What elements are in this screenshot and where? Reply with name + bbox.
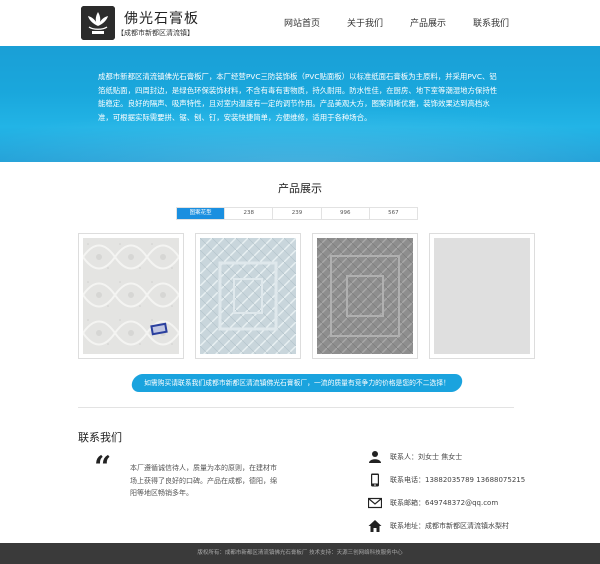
contact-phone-value[interactable]: 13882035789 13688075215 xyxy=(425,476,525,484)
contact-address-row: 联系地址： 成都市新都区清流镇水梨村 xyxy=(368,515,525,537)
contact-phone-row: 联系电话： 13882035789 13688075215 xyxy=(368,469,525,491)
brand-subtitle: 【成都市新都区清流镇】 xyxy=(117,29,194,37)
nav-home[interactable]: 网站首页 xyxy=(284,16,320,29)
hero-banner: 成都市新都区清流镇佛光石膏板厂，本厂经营PVC三防装饰板（PVC贴面板）以标准纸… xyxy=(0,46,600,162)
product-image xyxy=(434,238,530,354)
tab-996[interactable]: 996 xyxy=(322,208,370,219)
contact-person-label: 联系人： xyxy=(390,453,418,461)
product-card[interactable] xyxy=(429,233,535,359)
brand-name: 佛光石膏板 xyxy=(124,11,199,27)
contact-email-row: 联系邮箱： 649748372@qq.com xyxy=(368,492,525,514)
main-nav: 网站首页 关于我们 产品展示 联系我们 xyxy=(270,16,536,29)
contact-title: 联系我们 xyxy=(78,431,122,444)
email-icon xyxy=(368,497,382,509)
products-title: 产品展示 xyxy=(278,182,322,195)
contact-person-row: 联系人： 刘女士 焦女士 xyxy=(368,446,525,468)
product-tabs: 图案花型 238 239 996 567 xyxy=(176,207,418,220)
quote-icon: “ xyxy=(94,450,112,485)
person-icon xyxy=(369,451,381,463)
contact-address-label: 联系地址： xyxy=(390,522,425,530)
product-image xyxy=(317,238,413,354)
home-icon xyxy=(368,520,382,532)
tab-238[interactable]: 238 xyxy=(225,208,274,219)
nav-products[interactable]: 产品展示 xyxy=(410,16,446,29)
site-footer: 版权所有：成都市新都区清流镇佛光石膏板厂 技术支持：天源三创网络科技服务中心 xyxy=(0,543,600,564)
tab-pattern[interactable]: 图案花型 xyxy=(177,208,226,219)
site-header: 佛光石膏板 【成都市新都区清流镇】 网站首页 关于我们 产品展示 联系我们 xyxy=(0,0,600,46)
contact-phone-label: 联系电话： xyxy=(390,476,425,484)
contact-person-value: 刘女士 焦女士 xyxy=(418,453,463,461)
product-card[interactable] xyxy=(312,233,418,359)
contact-address-value: 成都市新都区清流镇水梨村 xyxy=(425,522,509,530)
product-card[interactable] xyxy=(195,233,301,359)
phone-icon xyxy=(371,473,379,487)
footer-copyright: 版权所有：成都市新都区清流镇佛光石膏板厂 技术支持：天源三创网络科技服务中心 xyxy=(197,550,403,556)
product-card[interactable] xyxy=(78,233,184,359)
about-text: 本厂遵循诚信待人，质量为本的原则，在建材市场上获得了良好的口碑。产品在成都，德阳… xyxy=(130,464,277,497)
product-image xyxy=(83,238,179,354)
product-grid xyxy=(78,233,535,359)
tab-567[interactable]: 567 xyxy=(370,208,417,219)
lotus-logo-icon[interactable] xyxy=(81,6,115,40)
contact-list: 联系人： 刘女士 焦女士 联系电话： 13882035789 136880752… xyxy=(368,446,525,538)
product-image xyxy=(200,238,296,354)
nav-about[interactable]: 关于我们 xyxy=(347,16,383,29)
contact-email-label: 联系邮箱： xyxy=(390,499,425,507)
hero-intro-text: 成都市新都区清流镇佛光石膏板厂，本厂经营PVC三防装饰板（PVC贴面板）以标准纸… xyxy=(98,72,498,122)
tab-239[interactable]: 239 xyxy=(273,208,322,219)
nav-contact[interactable]: 联系我们 xyxy=(473,16,509,29)
section-divider xyxy=(78,407,514,408)
contact-email-value[interactable]: 649748372@qq.com xyxy=(425,499,498,507)
cta-banner-text[interactable]: 如需购买请联系我们成都市新都区清流镇佛光石膏板厂，一流的质量有竞争力的价格是您的… xyxy=(132,374,462,392)
